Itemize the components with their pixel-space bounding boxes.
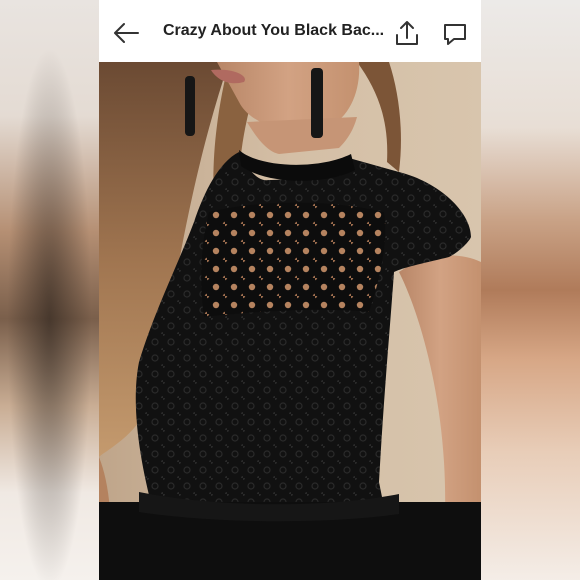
app-screen: Crazy About You Black Bac... <box>99 0 481 580</box>
top-nav-bar: Crazy About You Black Bac... <box>99 0 481 62</box>
page-title: Crazy About You Black Bac... <box>163 22 385 39</box>
share-button[interactable] <box>393 18 421 48</box>
back-arrow-icon <box>114 23 139 43</box>
comment-button[interactable] <box>441 20 469 48</box>
blurred-background-left <box>0 0 99 580</box>
share-icon <box>396 21 418 45</box>
comment-icon <box>444 24 466 45</box>
product-photo-illustration <box>99 62 481 580</box>
product-photo[interactable] <box>99 62 481 580</box>
back-button[interactable] <box>111 18 141 48</box>
blurred-background-right <box>481 0 580 580</box>
